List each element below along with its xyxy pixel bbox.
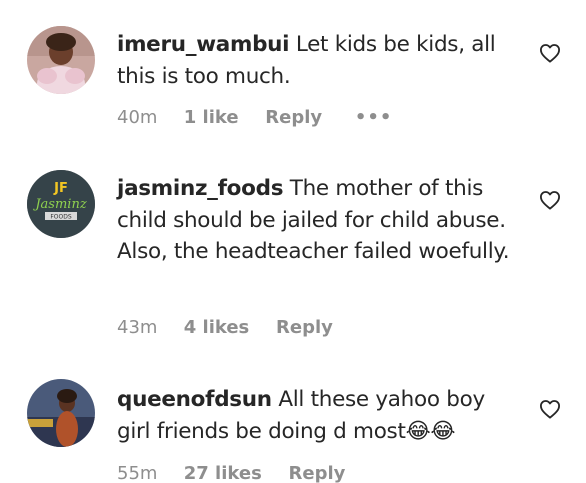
avatar[interactable]: [27, 26, 95, 94]
comments-section: imeru_wambui Let kids be kids, all this …: [0, 0, 586, 483]
svg-text:Jasminz: Jasminz: [32, 197, 86, 212]
avatar[interactable]: JF Jasminz FOODS: [27, 170, 95, 238]
svg-text:FOODS: FOODS: [50, 214, 72, 221]
comment-username[interactable]: queenofdsun: [117, 387, 272, 412]
heart-outline-icon[interactable]: [539, 399, 561, 419]
comment-time: 43m: [117, 317, 158, 338]
jasminz-foods-logo-icon: JF Jasminz FOODS: [27, 170, 95, 238]
more-options-icon[interactable]: •••: [355, 107, 393, 129]
profile-photo-icon: [27, 379, 95, 447]
comment-meta: 40m 1 like Reply •••: [117, 107, 392, 129]
heart-outline-icon[interactable]: [539, 190, 561, 210]
comment-time: 40m: [117, 107, 158, 128]
reply-button[interactable]: Reply: [276, 317, 333, 339]
reply-button[interactable]: Reply: [265, 107, 322, 129]
comment-meta: 43m 4 likes Reply: [117, 317, 333, 339]
avatar[interactable]: [27, 379, 95, 447]
heart-outline-icon[interactable]: [539, 43, 561, 63]
comment-time: 55m: [117, 463, 158, 483]
comment-username[interactable]: imeru_wambui: [117, 32, 290, 57]
reply-button[interactable]: Reply: [289, 463, 346, 483]
svg-text:JF: JF: [53, 181, 68, 196]
comment-text: jasminz_foods The mother of this child s…: [117, 173, 517, 268]
comment-text: queenofdsun All these yahoo boy girl fri…: [117, 384, 517, 447]
comment-likes[interactable]: 27 likes: [184, 463, 262, 483]
comment-text: imeru_wambui Let kids be kids, all this …: [117, 29, 517, 92]
comment-meta: 55m 27 likes Reply: [117, 463, 345, 483]
comment-username[interactable]: jasminz_foods: [117, 176, 284, 201]
profile-photo-icon: [27, 26, 95, 94]
comment-likes[interactable]: 1 like: [184, 107, 239, 129]
comment-likes[interactable]: 4 likes: [184, 317, 250, 339]
